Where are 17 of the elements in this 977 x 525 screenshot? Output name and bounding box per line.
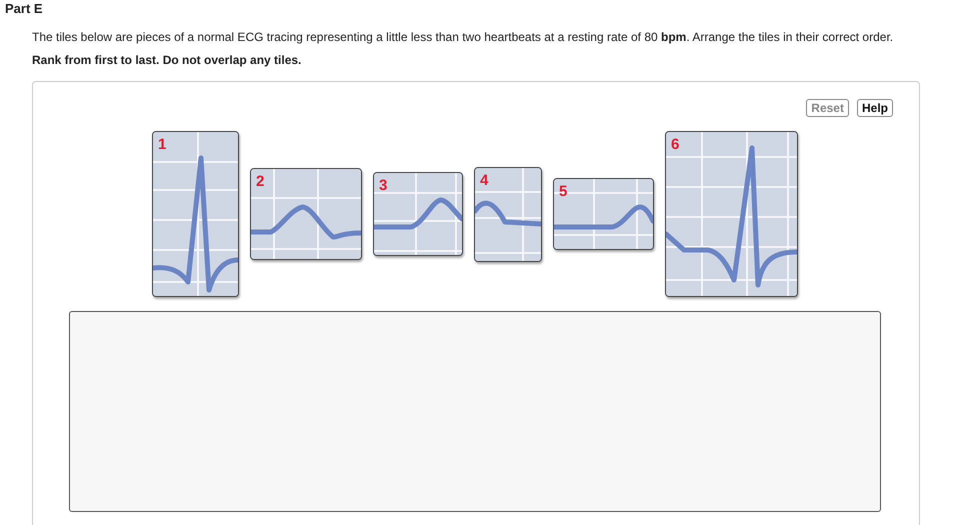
tile-number: 1 bbox=[158, 137, 166, 152]
tile-number: 2 bbox=[256, 174, 264, 189]
tile-number: 5 bbox=[559, 184, 568, 199]
ecg-tile[interactable]: 6 bbox=[665, 131, 798, 297]
ecg-tile[interactable]: 5 bbox=[553, 178, 654, 250]
ecg-tile[interactable]: 3 bbox=[373, 172, 463, 256]
tile-number: 4 bbox=[480, 172, 488, 188]
part-title: Part E bbox=[5, 1, 43, 16]
drop-area[interactable] bbox=[69, 311, 881, 512]
tile-number: 6 bbox=[671, 137, 680, 152]
ecg-tile[interactable]: 4 bbox=[474, 166, 542, 262]
ecg-tile[interactable]: 2 bbox=[250, 168, 362, 260]
ecg-tile[interactable]: 1 bbox=[152, 131, 239, 297]
help-button[interactable]: Help bbox=[856, 99, 893, 117]
tile-number: 3 bbox=[379, 178, 388, 193]
instructions-text: The tiles below are pieces of a normal ECG tracing representing a little less than two heartbeats at a resting rate of 80 bpm. Arrange the tiles in their correct order. bbox=[32, 30, 894, 44]
rank-note: Rank from first to last. Do not overlap any tiles. bbox=[32, 53, 302, 67]
